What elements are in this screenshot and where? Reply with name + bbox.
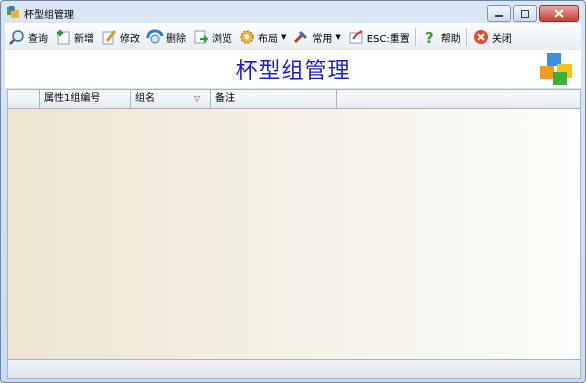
cubes-logo-icon (540, 53, 572, 85)
layout-label: 布局 (258, 33, 278, 45)
toolbar-separator (465, 28, 467, 46)
add-button[interactable]: 新增 (51, 26, 97, 48)
toolbar-separator (414, 28, 416, 46)
help-button[interactable]: ? 帮助 (418, 26, 464, 48)
query-label: 查询 (28, 33, 48, 45)
status-bar (7, 359, 581, 379)
browse-button[interactable]: 浏览 (189, 26, 235, 48)
chevron-down-icon: ▼ (281, 33, 287, 41)
reset-button[interactable]: ESC:重置 (344, 26, 413, 48)
add-label: 新增 (74, 33, 94, 45)
edit-label: 修改 (120, 33, 140, 45)
layout-dropdown[interactable]: 布局 ▼ (235, 26, 289, 48)
close-circle-icon (473, 30, 488, 44)
toolbar: 查询 新增 修改 删除 浏览 布局 ▼ 常用 ▼ ESC:重置 ? 帮助 关闭 (5, 23, 581, 50)
delete-button[interactable]: 删除 (143, 26, 189, 48)
grid-column-group-id[interactable]: 属性1组编号 (40, 90, 131, 108)
grid-column-group-name[interactable]: 组名 ▽ (131, 90, 211, 108)
app-icon (7, 6, 19, 18)
header-panel: 杯型组管理 (5, 50, 581, 88)
reset-label: ESC:重置 (366, 33, 410, 45)
close-button[interactable]: 关闭 (469, 26, 515, 48)
magnifier-icon (9, 30, 24, 45)
tools-icon (294, 30, 308, 44)
svg-text:?: ? (425, 29, 434, 45)
delete-icon (146, 29, 164, 44)
query-button[interactable]: 查询 (5, 26, 51, 48)
help-icon: ? (425, 29, 434, 45)
common-dropdown[interactable]: 常用 ▼ (289, 26, 343, 48)
chevron-down-icon: ▼ (335, 33, 341, 41)
reset-icon (349, 30, 363, 44)
new-document-icon (57, 30, 70, 45)
close-window-button[interactable] (539, 5, 579, 22)
grid-column-remarks[interactable]: 备注 (211, 90, 337, 108)
gear-icon (240, 30, 254, 44)
grid-column-indicator[interactable] (8, 90, 40, 108)
sort-icon: ▽ (193, 94, 200, 103)
data-grid[interactable]: 属性1组编号 组名 ▽ 备注 (7, 89, 581, 360)
common-label: 常用 (312, 33, 333, 45)
help-label: 帮助 (440, 33, 461, 45)
window-title: 杯型组管理 (24, 10, 74, 21)
maximize-icon (521, 9, 529, 18)
page-title: 杯型组管理 (235, 59, 351, 84)
main-window: 杯型组管理 查询 新增 修改 删除 浏览 布局 ▼ 常用 ▼ ESC:重置 ? … (0, 0, 586, 383)
close-icon (554, 9, 564, 18)
maximize-button[interactable] (513, 5, 537, 22)
browse-label: 浏览 (212, 33, 232, 45)
delete-label: 删除 (166, 33, 186, 45)
browse-icon (194, 30, 209, 44)
minimize-button[interactable] (487, 5, 511, 22)
title-bar[interactable]: 杯型组管理 (1, 1, 585, 23)
grid-header: 属性1组编号 组名 ▽ 备注 (8, 90, 580, 109)
group-name-label: 组名 (135, 93, 155, 104)
close-label: 关闭 (491, 33, 512, 45)
minimize-icon (495, 14, 503, 17)
edit-button[interactable]: 修改 (97, 26, 143, 48)
edit-pencil-icon (102, 30, 117, 45)
